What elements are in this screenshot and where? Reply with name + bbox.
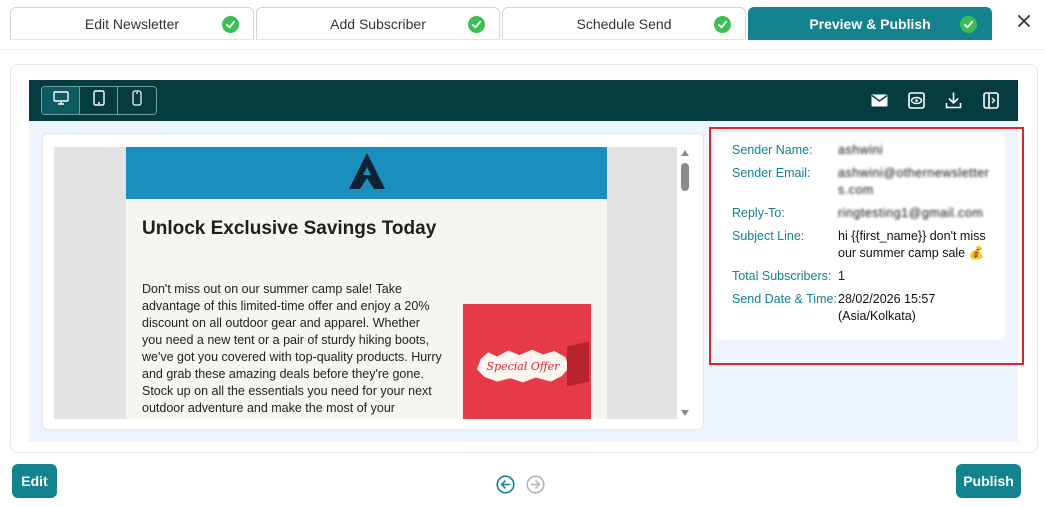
send-details-panel: Sender Name: ashwini Sender Email: ashwi… — [715, 132, 1005, 340]
brand-logo-icon — [347, 152, 387, 195]
eye-icon[interactable] — [907, 91, 926, 110]
total-subscribers-label: Total Subscribers: — [732, 269, 832, 283]
email-scrollbar[interactable] — [679, 147, 692, 419]
sender-email-value: ashwini@othernewsletters.com — [838, 166, 990, 197]
edit-button[interactable]: Edit — [12, 464, 57, 498]
send-timezone-text: (Asia/Kolkata) — [838, 309, 916, 323]
publish-button[interactable]: Publish — [956, 464, 1021, 498]
panel-toggle-icon[interactable] — [981, 91, 1000, 110]
check-icon — [960, 16, 977, 33]
sender-name-label: Sender Name: — [732, 143, 813, 157]
prev-arrow-icon[interactable] — [495, 474, 515, 494]
mobile-icon — [132, 90, 142, 111]
send-date-value: 28/02/2026 15:57 (Asia/Kolkata) — [838, 291, 994, 325]
send-date-row: Send Date & Time: 28/02/2026 15:57 (Asia… — [732, 291, 994, 325]
tablet-view-button[interactable] — [80, 87, 118, 114]
email-text: Don't miss out on our summer camp sale! … — [142, 282, 442, 415]
tab-preview-publish[interactable]: Preview & Publish — [748, 7, 992, 40]
email-body: Unlock Exclusive Savings Today Don't mis… — [126, 147, 607, 419]
close-icon[interactable] — [1015, 12, 1033, 30]
tab-edit-newsletter[interactable]: Edit Newsletter — [10, 7, 254, 40]
subject-label: Subject Line: — [732, 229, 805, 243]
total-subscribers-row: Total Subscribers: 1 — [732, 268, 994, 285]
special-offer-image: Special Offer — [463, 304, 591, 419]
tablet-icon — [92, 90, 105, 111]
tab-schedule-send[interactable]: Schedule Send — [502, 7, 746, 40]
check-icon — [222, 16, 239, 33]
desktop-icon — [52, 91, 69, 110]
subject-row: Subject Line: hi {{first_name}} don't mi… — [732, 228, 994, 262]
tab-label: Edit Newsletter — [84, 15, 180, 32]
divider — [0, 49, 1045, 50]
mail-icon[interactable] — [870, 91, 889, 110]
preview-toolbar — [29, 80, 1018, 121]
next-arrow-icon[interactable] — [525, 474, 545, 494]
download-icon[interactable] — [944, 91, 963, 110]
scroll-up-icon[interactable] — [681, 150, 689, 156]
tab-label: Preview & Publish — [809, 15, 931, 32]
pager — [495, 474, 545, 494]
promo-flap — [567, 341, 589, 387]
scroll-down-icon[interactable] — [681, 410, 689, 416]
sender-email-row: Sender Email: ashwini@othernewsletters.c… — [732, 165, 994, 199]
sender-name-row: Sender Name: ashwini — [732, 142, 994, 159]
send-date-label: Send Date & Time: — [732, 292, 837, 306]
reply-to-label: Reply-To: — [732, 206, 785, 220]
device-switcher — [41, 86, 157, 115]
desktop-view-button[interactable] — [42, 87, 80, 114]
promo-text: Special Offer — [486, 359, 560, 373]
sender-name-value: ashwini — [838, 143, 884, 157]
send-date-text: 28/02/2026 15:57 — [838, 292, 936, 306]
scroll-thumb[interactable] — [681, 163, 689, 191]
tab-label: Add Subscriber — [330, 15, 426, 32]
toolbar-actions — [870, 91, 1000, 110]
tab-add-subscriber[interactable]: Add Subscriber — [256, 7, 500, 40]
email-header — [126, 147, 607, 199]
tab-label: Schedule Send — [576, 15, 672, 32]
reply-to-row: Reply-To: ringtesting1@gmail.com — [732, 205, 994, 222]
promo-tear: Special Offer — [477, 349, 569, 383]
reply-to-value: ringtesting1@gmail.com — [838, 206, 984, 220]
sender-email-label: Sender Email: — [732, 166, 811, 180]
mobile-view-button[interactable] — [118, 87, 156, 114]
total-subscribers-value: 1 — [838, 269, 845, 283]
subject-value: hi {{first_name}} don't miss our summer … — [838, 229, 986, 260]
email-preview[interactable]: Unlock Exclusive Savings Today Don't mis… — [42, 133, 704, 430]
check-icon — [714, 16, 731, 33]
stepper: Edit Newsletter Add Subscriber Schedule … — [10, 7, 992, 40]
check-icon — [468, 16, 485, 33]
email-title: Unlock Exclusive Savings Today — [142, 218, 437, 239]
